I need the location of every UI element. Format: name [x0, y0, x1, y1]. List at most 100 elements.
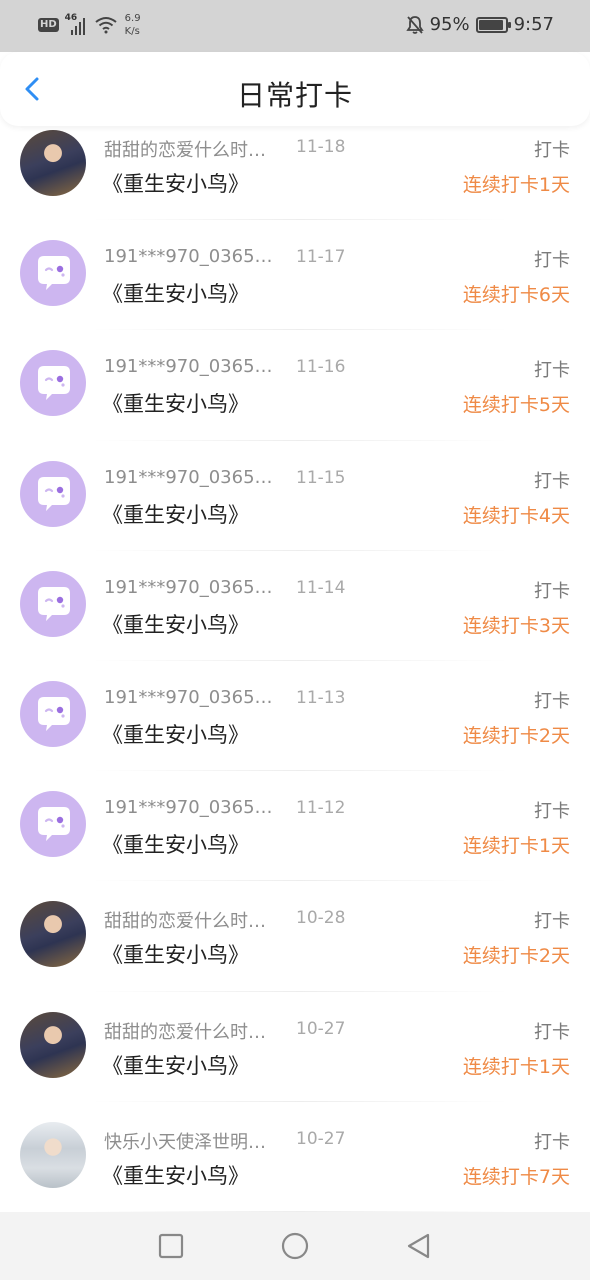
- streak-label: 连续打卡4天: [462, 504, 570, 527]
- nav-back-button[interactable]: [401, 1228, 437, 1264]
- checkin-action-label: 打卡: [534, 690, 570, 712]
- wifi-icon: [95, 17, 117, 34]
- checkin-date: 10-27: [296, 1018, 346, 1039]
- streak-label: 连续打卡6天: [462, 284, 570, 307]
- checkin-action-label: 打卡: [534, 580, 570, 602]
- streak-label: 连续打卡1天: [462, 174, 570, 196]
- user-name[interactable]: 快乐小天使泽世明…: [104, 1128, 279, 1154]
- avatar[interactable]: [20, 460, 86, 527]
- checkin-date: 11-14: [296, 577, 346, 598]
- net-speed-unit: K/s: [124, 26, 140, 37]
- book-title[interactable]: 《重生安小鸟》: [102, 1050, 249, 1080]
- header: 日常打卡: [0, 52, 590, 126]
- book-title[interactable]: 《重生安小鸟》: [102, 719, 249, 749]
- status-right: 95% 9:57: [405, 14, 554, 35]
- streak-label: 连续打卡2天: [462, 724, 570, 747]
- checkin-action-label: 打卡: [534, 1021, 570, 1043]
- list-item[interactable]: 191***970_03653… 11-17 打卡《重生安小鸟》 连续打卡6天: [0, 220, 590, 331]
- checkin-date: 11-18: [296, 137, 346, 157]
- book-title[interactable]: 《重生安小鸟》: [102, 939, 249, 969]
- avatar[interactable]: [20, 680, 86, 747]
- list-item[interactable]: 甜甜的恋爱什么时… 10-28 打卡《重生安小鸟》 连续打卡2天: [0, 881, 590, 992]
- list-item[interactable]: 甜甜的恋爱什么时… 10-27 打卡《重生安小鸟》 连续打卡1天: [0, 992, 590, 1102]
- default-avatar-icon: [38, 256, 70, 291]
- checkin-action-label: 打卡: [534, 250, 570, 272]
- checkin-action-label: 打卡: [534, 140, 570, 161]
- user-name[interactable]: 191***970_03653…: [104, 467, 279, 488]
- checkin-action-label: 打卡: [534, 1131, 570, 1153]
- avatar[interactable]: [20, 240, 86, 307]
- checkin-date: 11-12: [296, 798, 346, 819]
- checkin-action-label: 打卡: [534, 470, 570, 492]
- list-item[interactable]: 快乐小天使泽世明… 10-27 打卡《重生安小鸟》 连续打卡7天: [0, 1102, 590, 1212]
- status-left: HD 46 6.9 K/s: [38, 12, 141, 38]
- list-item[interactable]: 191***970_03653… 11-15 打卡《重生安小鸟》 连续打卡4天: [0, 441, 590, 551]
- page-title: 日常打卡: [236, 79, 353, 112]
- battery-percent: 95%: [429, 14, 470, 35]
- avatar[interactable]: [20, 791, 86, 858]
- user-name[interactable]: 191***970_03653…: [104, 356, 279, 377]
- user-name[interactable]: 191***970_03653…: [104, 577, 279, 598]
- book-title[interactable]: 《重生安小鸟》: [102, 278, 249, 308]
- user-name[interactable]: 191***970_03653…: [104, 246, 279, 267]
- checkin-list[interactable]: 甜甜的恋爱什么时… 11-18 打卡 《重生安小鸟》 连续打卡1天 191***970_0…: [0, 110, 590, 1212]
- list-item[interactable]: 191***970_03653… 11-14 打卡《重生安小鸟》 连续打卡3天: [0, 551, 590, 661]
- list-item[interactable]: 191***970_03653… 11-13 打卡《重生安小鸟》 连续打卡2天: [0, 661, 590, 772]
- status-bar: HD 46 6.9 K/s 95% 9:57: [0, 0, 590, 52]
- book-title[interactable]: 《重生安小鸟》: [102, 609, 249, 639]
- avatar[interactable]: [20, 350, 86, 417]
- user-name[interactable]: 甜甜的恋爱什么时…: [104, 136, 279, 162]
- battery-fill: [478, 19, 504, 30]
- checkin-date: 11-13: [296, 687, 346, 708]
- list-item[interactable]: 甜甜的恋爱什么时… 11-18 打卡《重生安小鸟》 连续打卡1天: [0, 110, 590, 221]
- recent-apps-button[interactable]: [153, 1228, 189, 1264]
- avatar[interactable]: [20, 570, 86, 637]
- default-avatar-icon: [38, 476, 70, 511]
- checkin-action-label: 打卡: [534, 360, 570, 382]
- checkin-date: 11-16: [296, 357, 346, 378]
- streak-label: 连续打卡7天: [462, 1165, 570, 1188]
- home-button[interactable]: [277, 1228, 313, 1264]
- checkin-action-label: 打卡: [534, 801, 570, 823]
- checkin-date: 10-28: [296, 908, 346, 929]
- list-item[interactable]: 191***970_03653… 11-12 打卡《重生安小鸟》 连续打卡1天: [0, 771, 590, 882]
- user-name[interactable]: 191***970_03653…: [104, 687, 279, 708]
- avatar[interactable]: [20, 130, 86, 196]
- default-avatar-icon: [38, 586, 70, 621]
- clock: 9:57: [513, 14, 554, 35]
- avatar[interactable]: [20, 1121, 86, 1188]
- bell-muted-icon: [405, 15, 424, 34]
- checkin-date: 11-17: [296, 247, 346, 268]
- user-name[interactable]: 191***970_03653…: [104, 797, 279, 818]
- battery-icon: [475, 16, 511, 33]
- net-speed: 6.9 K/s: [125, 12, 141, 38]
- streak-label: 连续打卡2天: [462, 945, 570, 968]
- home-icon: [281, 1232, 309, 1260]
- user-name[interactable]: 甜甜的恋爱什么时…: [104, 1018, 279, 1044]
- back-icon: [407, 1233, 430, 1259]
- default-avatar-icon: [38, 696, 70, 731]
- checkin-date: 11-15: [296, 467, 346, 488]
- default-avatar-icon: [38, 807, 70, 842]
- book-title[interactable]: 《重生安小鸟》: [102, 388, 249, 418]
- checkin-action-label: 打卡: [534, 911, 570, 933]
- signal-icon: 46: [65, 13, 89, 35]
- streak-label: 连续打卡3天: [462, 614, 570, 637]
- book-title[interactable]: 《重生安小鸟》: [102, 168, 249, 198]
- avatar[interactable]: [20, 901, 86, 968]
- default-avatar-icon: [38, 366, 70, 401]
- book-title[interactable]: 《重生安小鸟》: [102, 499, 249, 529]
- book-title[interactable]: 《重生安小鸟》: [102, 829, 249, 859]
- user-name[interactable]: 甜甜的恋爱什么时…: [104, 907, 279, 933]
- streak-label: 连续打卡5天: [462, 394, 570, 417]
- checkin-date: 10-27: [296, 1128, 346, 1149]
- list-item[interactable]: 191***970_03653… 11-16 打卡《重生安小鸟》 连续打卡5天: [0, 330, 590, 441]
- avatar[interactable]: [20, 1011, 86, 1078]
- hd-badge: HD: [38, 18, 59, 32]
- recent-apps-icon: [158, 1233, 184, 1259]
- streak-label: 连续打卡1天: [462, 835, 570, 858]
- system-nav-bar: [0, 1212, 590, 1280]
- book-title[interactable]: 《重生安小鸟》: [102, 1160, 249, 1190]
- streak-label: 连续打卡1天: [462, 1055, 570, 1078]
- net-speed-value: 6.9: [124, 13, 141, 24]
